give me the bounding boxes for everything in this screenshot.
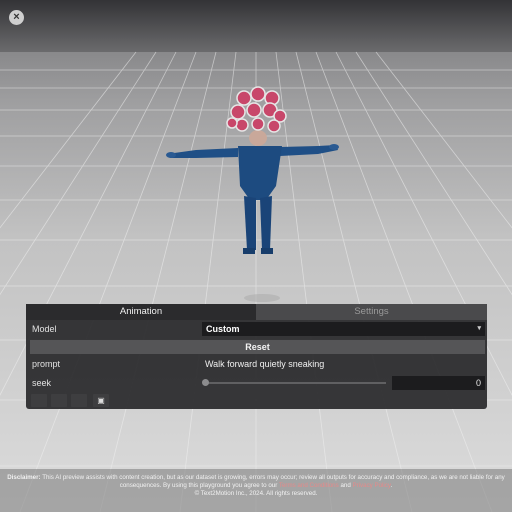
save-icon: ▣ xyxy=(97,396,105,405)
chevron-down-icon: ▾ xyxy=(477,325,481,332)
control-button-1[interactable] xyxy=(31,394,47,407)
disclaimer-label: Disclaimer: xyxy=(7,474,41,481)
reset-button[interactable]: Reset xyxy=(30,340,485,354)
disclaimer-line-1: Disclaimer: This AI preview assists with… xyxy=(0,474,512,482)
close-icon: × xyxy=(13,11,20,23)
copyright-text: © Text2Motion Inc., 2024. All rights res… xyxy=(194,490,318,497)
disclaimer-text-2: consequences. By using this playground y… xyxy=(119,482,279,489)
disclaimer-line-2: consequences. By using this playground y… xyxy=(0,482,512,490)
seek-row: seek 0 xyxy=(26,375,487,391)
disclaimer-and: and xyxy=(338,482,353,489)
animation-panel: Animation Settings Model Custom ▾ Reset … xyxy=(26,304,487,409)
panel-tabs: Animation Settings xyxy=(26,304,487,320)
seek-slider-track[interactable] xyxy=(204,382,386,384)
disclaimer-text: This AI preview assists with content cre… xyxy=(40,474,505,481)
model-select-value: Custom xyxy=(206,324,240,334)
seek-slider-handle[interactable] xyxy=(202,379,209,386)
disclaimer-footer: Disclaimer: This AI preview assists with… xyxy=(0,469,512,512)
seek-label: seek xyxy=(32,378,52,388)
prompt-input[interactable]: Walk forward quietly sneaking xyxy=(205,356,324,372)
tab-animation[interactable]: Animation xyxy=(26,304,256,320)
tab-settings[interactable]: Settings xyxy=(256,304,487,320)
control-button-2[interactable] xyxy=(51,394,67,407)
save-button[interactable]: ▣ xyxy=(93,394,109,407)
reset-row: Reset xyxy=(26,339,487,355)
disclaimer-period: . xyxy=(390,482,393,489)
terms-link[interactable]: Terms and Conditions xyxy=(279,482,339,489)
control-button-3[interactable] xyxy=(71,394,87,407)
privacy-link[interactable]: Privacy Policy xyxy=(352,482,390,489)
close-button[interactable]: × xyxy=(9,10,24,25)
model-label: Model xyxy=(32,324,57,334)
model-select[interactable]: Custom ▾ xyxy=(202,322,485,336)
prompt-label: prompt xyxy=(32,359,61,369)
viewport-3d[interactable] xyxy=(0,0,512,512)
seek-value-input[interactable]: 0 xyxy=(392,376,485,390)
prompt-row: prompt Walk forward quietly sneaking xyxy=(26,356,487,372)
model-row: Model Custom ▾ xyxy=(26,321,487,337)
